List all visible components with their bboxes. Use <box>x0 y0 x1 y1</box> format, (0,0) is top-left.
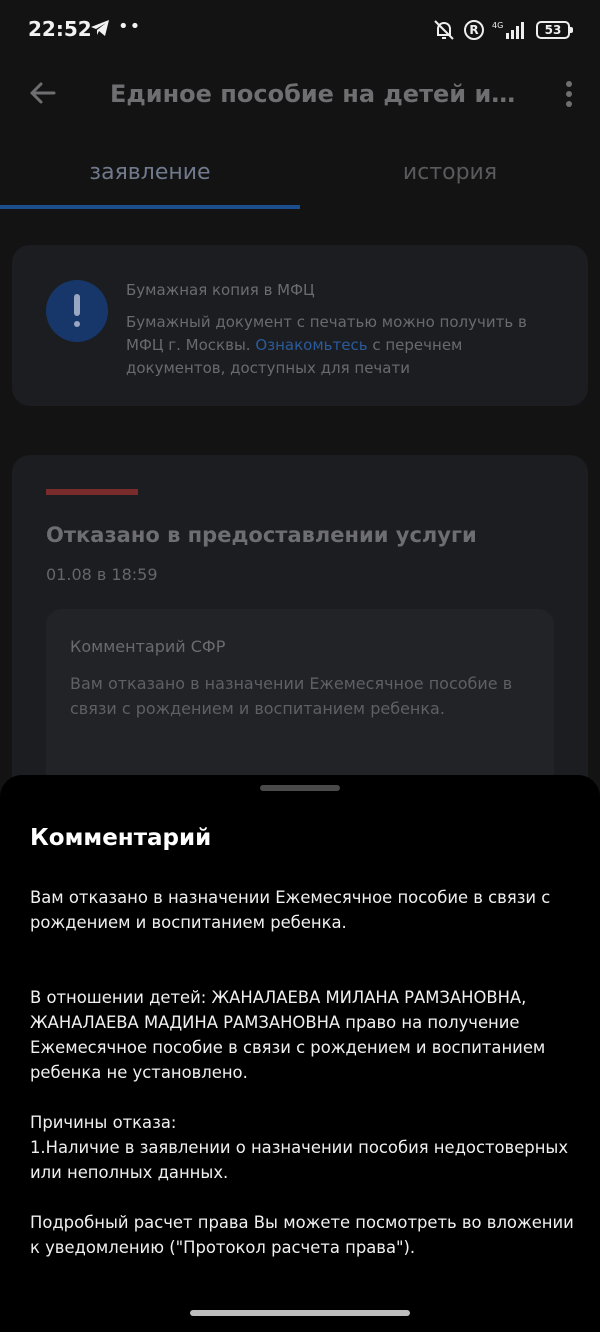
sheet-reasons-title: Причины отказа: <box>30 1113 177 1132</box>
back-arrow-icon[interactable] <box>26 76 60 110</box>
status-icons: R 4G 53 <box>432 16 573 44</box>
sheet-paragraph: Подробный расчет права Вы можете посмотр… <box>30 1213 574 1257</box>
telegram-icon <box>91 20 109 36</box>
status-date: 01.08 в 18:59 <box>46 565 158 584</box>
r-circle-icon: R <box>464 20 484 40</box>
comment-text: Вам отказано в назначении Ежемесячное по… <box>70 674 513 718</box>
sheet-body: Вам отказано в назначении Ежемесячное по… <box>30 885 575 1260</box>
documents-link[interactable]: Ознакомьтесь <box>255 336 367 354</box>
app-bar: Единое пособие на детей и бере... <box>0 60 600 130</box>
muted-bell-icon <box>434 20 454 40</box>
paper-copy-card: Бумажная копия в МФЦ Бумажный документ с… <box>12 245 588 406</box>
status-bar: 22:52 •• R 4G 53 <box>0 0 600 60</box>
status-time: 22:52 <box>28 17 92 41</box>
status-indicator-bar <box>46 489 138 495</box>
info-text: Бумажный документ с печатью можно получи… <box>126 311 566 380</box>
active-tab-indicator <box>0 205 300 209</box>
more-dots-icon: •• <box>118 16 142 37</box>
tab-history[interactable]: история <box>300 160 600 185</box>
tab-bar: заявление история <box>0 150 600 210</box>
comment-bottom-sheet: Комментарий Вам отказано в назначении Еж… <box>0 775 600 1332</box>
sheet-drag-handle[interactable] <box>260 785 340 791</box>
status-title: Отказано в предоставлении услуги <box>46 523 477 547</box>
comment-title: Комментарий СФР <box>70 637 226 656</box>
battery-icon: 53 <box>536 21 573 39</box>
sheet-title: Комментарий <box>30 825 212 851</box>
network-type: 4G <box>492 21 503 30</box>
signal-icon: 4G <box>492 21 524 39</box>
more-vertical-icon[interactable] <box>564 80 574 108</box>
sheet-paragraph: Вам отказано в назначении Ежемесячное по… <box>30 888 551 932</box>
page-title: Единое пособие на детей и бере... <box>110 80 520 108</box>
home-indicator[interactable] <box>190 1310 410 1316</box>
exclamation-icon <box>46 280 108 342</box>
info-title: Бумажная копия в МФЦ <box>126 281 315 299</box>
sheet-reason-item: 1.Наличие в заявлении о назначении пособ… <box>30 1138 569 1182</box>
tab-application[interactable]: заявление <box>0 160 300 185</box>
sheet-paragraph: В отношении детей: ЖАНАЛАЕВА МИЛАНА РАМЗ… <box>30 988 546 1082</box>
